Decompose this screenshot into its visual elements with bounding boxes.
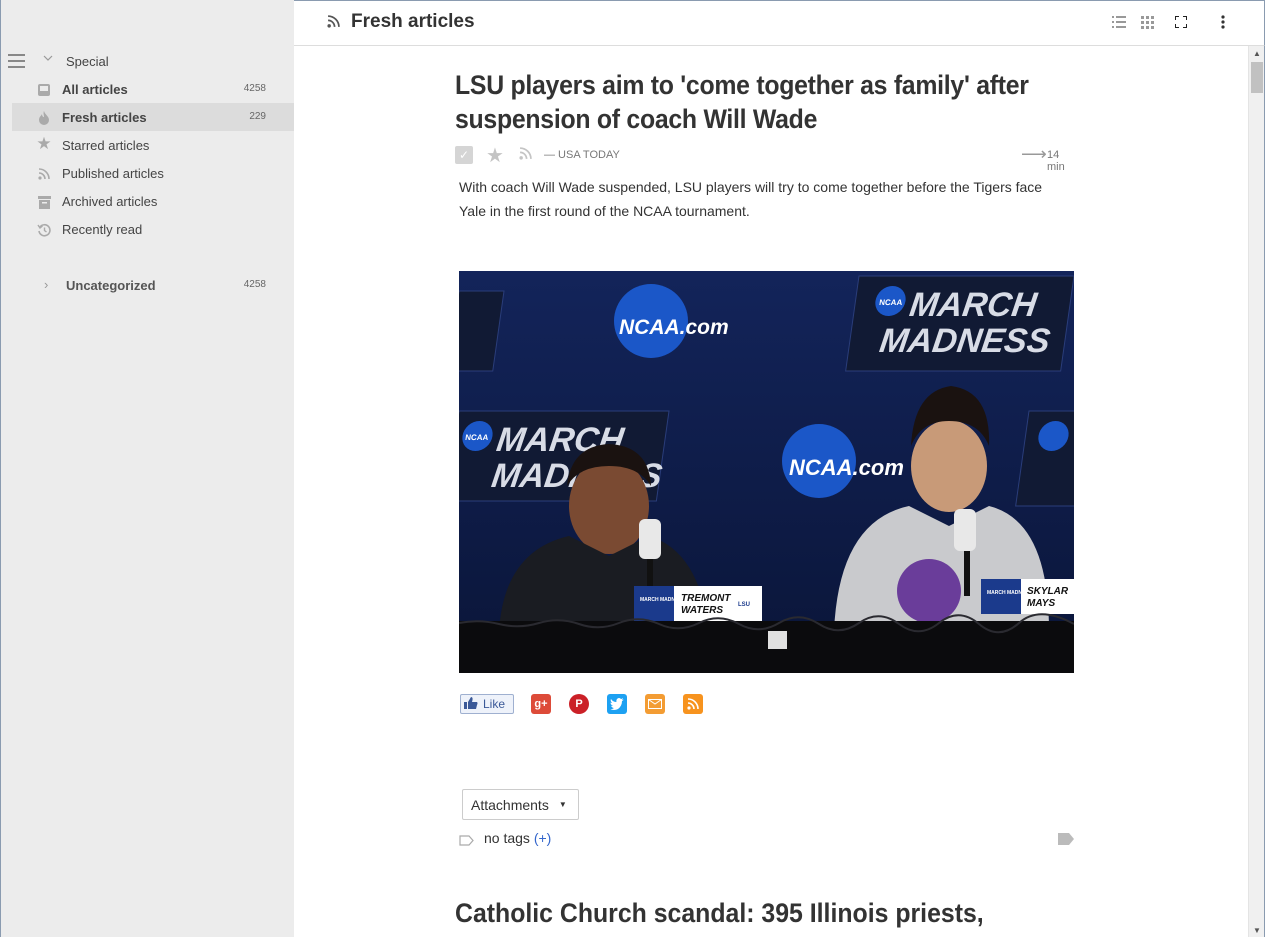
tags-row: no tags (+)	[459, 830, 1074, 850]
fire-icon	[36, 110, 52, 126]
ncaa-backdrop-text: NCAA.com	[789, 455, 904, 480]
article: LSU players aim to 'come together as fam…	[455, 68, 1078, 223]
twitter-icon[interactable]	[607, 694, 627, 714]
article-meta: ✓ ★ — USA TODAY ⟶ 14 min	[455, 143, 1078, 173]
nameplate-school: LSU	[738, 602, 750, 608]
pinterest-icon[interactable]: P	[569, 694, 589, 714]
madness-backdrop-text: MADNESS	[877, 322, 1052, 360]
tag-outline-icon	[459, 833, 474, 849]
mark-read-checkbox[interactable]: ✓	[455, 146, 473, 164]
rss-icon	[36, 166, 52, 182]
facebook-like-button[interactable]: Like	[460, 694, 514, 714]
add-tag-link[interactable]: (+)	[534, 830, 552, 846]
scrollbar-thumb[interactable]	[1251, 62, 1263, 93]
publish-rss-icon[interactable]	[519, 147, 532, 165]
nameplate-small-text: MARCH MADNESS	[640, 597, 686, 603]
ncaa-backdrop-text: NCAA	[465, 433, 490, 442]
special-group-label: Special	[66, 54, 109, 69]
content-scrollbar[interactable]: ▲ ▼	[1248, 46, 1265, 937]
unread-count: 229	[249, 111, 266, 122]
scroll-up-icon[interactable]: ▲	[1253, 49, 1261, 58]
star-icon[interactable]: ★	[486, 143, 504, 168]
attachments-label: Attachments	[471, 796, 549, 813]
nameplate-small-text: MARCH MADNESS	[987, 590, 1033, 596]
caret-down-icon: ▼	[558, 800, 567, 809]
list-view-icon[interactable]	[1112, 15, 1126, 29]
sidebar-item-fresh-articles[interactable]: Fresh articles 229	[12, 103, 295, 131]
thumbs-up-icon	[464, 696, 478, 712]
sidebar-item-starred-articles[interactable]: ★ Starred articles	[12, 131, 295, 159]
scroll-down-icon[interactable]: ▼	[1253, 926, 1261, 935]
ncaa-backdrop-text: NCAA	[879, 298, 904, 307]
fullscreen-icon[interactable]	[1174, 15, 1188, 29]
edit-tags-icon[interactable]	[1058, 832, 1074, 848]
category-uncategorized[interactable]: › Uncategorized 4258	[12, 271, 295, 299]
google-plus-icon[interactable]: g+	[531, 694, 551, 714]
sidebar: Special All articles 4258 Fresh articles…	[0, 0, 295, 937]
nameplate-left-line2: WATERS	[681, 605, 723, 616]
like-label: Like	[483, 697, 506, 711]
sidebar-item-archived-articles[interactable]: Archived articles	[12, 187, 295, 215]
arrow-right-icon: ⟶	[1021, 144, 1047, 164]
sidebar-item-recently-read[interactable]: Recently read	[12, 215, 295, 243]
nameplate-right-line2: MAYS	[1027, 598, 1055, 609]
more-options-icon[interactable]	[1216, 15, 1230, 29]
chevron-right-icon[interactable]: ›	[44, 277, 48, 292]
sidebar-item-label: Archived articles	[62, 194, 158, 209]
category-label: Uncategorized	[66, 278, 156, 293]
ncaa-backdrop-text: NCAA.com	[619, 316, 729, 339]
rss-icon	[327, 15, 340, 33]
history-icon	[36, 222, 52, 238]
star-icon: ★	[36, 134, 52, 153]
feed-tree: Special All articles 4258 Fresh articles…	[12, 47, 295, 299]
sidebar-item-label: Fresh articles	[62, 110, 147, 125]
article-title[interactable]: LSU players aim to 'come together as fam…	[455, 68, 1081, 136]
sidebar-item-label: Recently read	[62, 222, 143, 237]
article-source[interactable]: — USA TODAY	[544, 149, 620, 161]
email-share-icon[interactable]	[645, 694, 665, 714]
sidebar-item-label: Published articles	[62, 166, 164, 181]
inbox-icon	[36, 82, 52, 98]
nameplate-right-line1: SKYLAR	[1027, 586, 1069, 597]
share-bar: Like g+ P	[460, 694, 703, 714]
chevron-down-icon[interactable]	[43, 53, 53, 63]
march-backdrop-text: MARCH	[907, 286, 1040, 324]
article-image: NCAA.com NCAA.com NCAA MARCH MADNESS NCA…	[459, 271, 1074, 673]
no-tags-label: no tags	[484, 830, 530, 846]
nameplate-left-line1: TREMONT	[681, 593, 731, 604]
rss-share-icon[interactable]	[683, 694, 703, 714]
sidebar-item-all-articles[interactable]: All articles 4258	[12, 75, 295, 103]
unread-count: 4258	[243, 83, 266, 94]
next-article-title[interactable]: Catholic Church scandal: 395 Illinois pr…	[455, 898, 984, 929]
page-title: Fresh articles	[351, 11, 475, 32]
feed-header: Fresh articles	[294, 0, 1265, 46]
grid-view-icon[interactable]	[1140, 15, 1154, 29]
article-pane: LSU players aim to 'come together as fam…	[294, 46, 1248, 937]
sidebar-item-label: Starred articles	[62, 138, 150, 153]
special-group[interactable]: Special	[12, 47, 295, 75]
view-toolbar	[1112, 15, 1230, 29]
article-summary: With coach Will Wade suspended, LSU play…	[459, 179, 1043, 219]
reading-time: 14 min	[1047, 149, 1065, 173]
attachments-dropdown[interactable]: Attachments ▼	[462, 789, 579, 820]
archive-icon	[36, 194, 52, 210]
sidebar-item-published-articles[interactable]: Published articles	[12, 159, 295, 187]
sidebar-item-label: All articles	[62, 82, 128, 97]
tags-list: no tags (+)	[484, 830, 551, 846]
unread-count: 4258	[243, 279, 266, 290]
